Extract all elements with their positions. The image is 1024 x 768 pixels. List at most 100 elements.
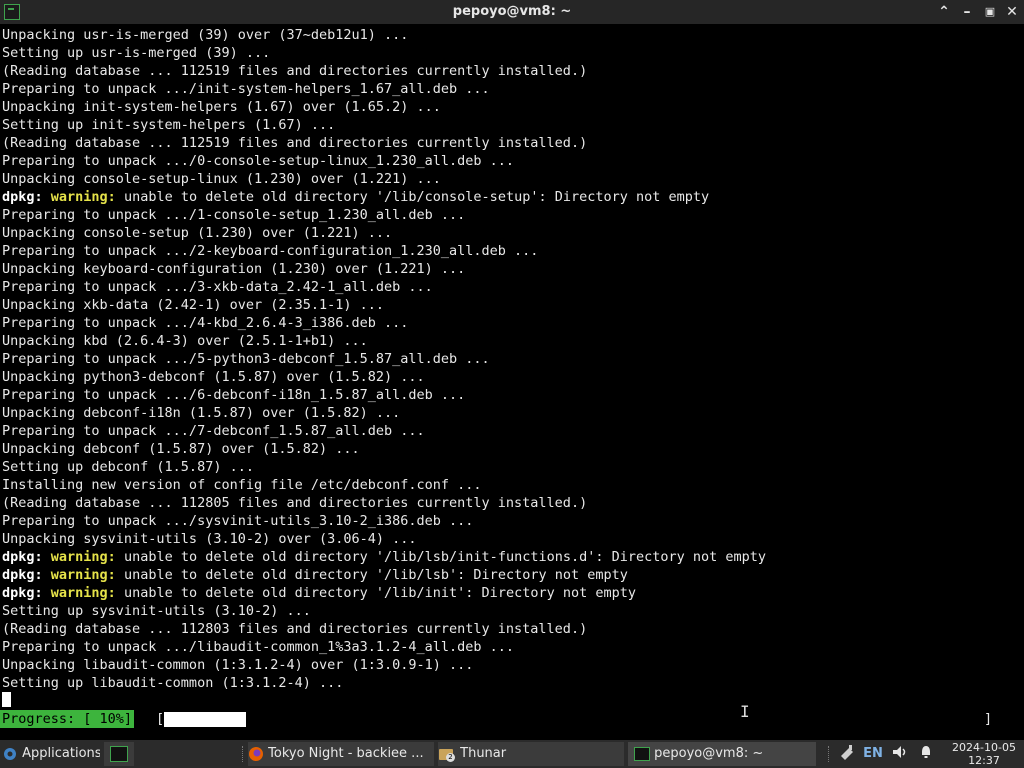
terminal-line: (Reading database ... 112803 files and d… — [2, 620, 587, 638]
terminal-line: Preparing to unpack .../6-debconf-i18n_1… — [2, 386, 465, 404]
show-desktop-button[interactable] — [104, 742, 134, 766]
line-text: Unpacking sysvinit-utils (3.10-2) over (… — [2, 531, 417, 547]
taskbar: Applications Tokyo Night - backiee ... 2… — [0, 740, 1024, 768]
terminal-warning-line: dpkg: warning: unable to delete old dire… — [2, 566, 628, 584]
terminal-output[interactable]: Progress: [ 10%] [ ] I Unpacking usr-is-… — [0, 24, 1024, 740]
task-firefox[interactable]: Tokyo Night - backiee ... — [248, 742, 434, 766]
line-text: Installing new version of config file /e… — [2, 477, 482, 493]
task-label: Thunar — [460, 746, 507, 761]
line-text: Preparing to unpack .../1-console-setup_… — [2, 207, 466, 223]
terminal-warning-line: dpkg: warning: unable to delete old dire… — [2, 188, 709, 206]
terminal-line: Unpacking console-setup (1.230) over (1.… — [2, 224, 392, 242]
taskbar-separator — [242, 746, 245, 762]
warning-label: warning: — [50, 189, 116, 205]
terminal-line: Installing new version of config file /e… — [2, 476, 482, 494]
line-text: Setting up sysvinit-utils (3.10-2) ... — [2, 603, 311, 619]
terminal-line: Unpacking python3-debconf (1.5.87) over … — [2, 368, 425, 386]
terminal-line: Preparing to unpack .../2-keyboard-confi… — [2, 242, 538, 260]
window-titlebar[interactable]: pepoyo@vm8: ~ ⌃ – ▣ ✕ — [0, 0, 1024, 24]
volume-icon[interactable] — [888, 744, 912, 764]
line-text: Unpacking debconf (1.5.87) over (1.5.82)… — [2, 441, 360, 457]
progress-label: Progress: [ 10%] — [0, 710, 135, 728]
text-cursor — [2, 692, 11, 707]
progress-bar — [164, 712, 246, 727]
terminal-line: Preparing to unpack .../0-console-setup-… — [2, 152, 514, 170]
terminal-line: (Reading database ... 112805 files and d… — [2, 494, 587, 512]
clock[interactable]: 2024-10-05 12:37 — [946, 741, 1022, 767]
terminal-line: Preparing to unpack .../5-python3-debcon… — [2, 350, 490, 368]
taskbar-separator — [828, 746, 831, 762]
terminal-line: Preparing to unpack .../1-console-setup_… — [2, 206, 465, 224]
dpkg-prefix: dpkg: — [2, 189, 43, 205]
line-text: Preparing to unpack .../sysvinit-utils_3… — [2, 513, 474, 529]
terminal-line: Preparing to unpack .../7-debconf_1.5.87… — [2, 422, 425, 440]
line-text: Preparing to unpack .../7-debconf_1.5.87… — [2, 423, 425, 439]
line-text: Preparing to unpack .../init-system-help… — [2, 81, 490, 97]
terminal-line: Unpacking keyboard-configuration (1.230)… — [2, 260, 465, 278]
xfce-logo-icon — [4, 747, 16, 760]
line-text: Setting up init-system-helpers (1.67) ..… — [2, 117, 336, 133]
network-icon[interactable] — [836, 744, 858, 764]
keyboard-layout-indicator[interactable]: EN — [860, 744, 886, 764]
dpkg-prefix: dpkg: — [2, 567, 43, 583]
terminal-line: Unpacking libaudit-common (1:3.1.2-4) ov… — [2, 656, 473, 674]
terminal-line: Unpacking console-setup-linux (1.230) ov… — [2, 170, 441, 188]
terminal-line: Setting up sysvinit-utils (3.10-2) ... — [2, 602, 311, 620]
line-text: Unpacking usr-is-merged (39) over (37~de… — [2, 27, 409, 43]
window-count-badge: 2 — [446, 752, 455, 762]
task-terminal[interactable]: pepoyo@vm8: ~ — [628, 742, 816, 766]
line-text: Preparing to unpack .../3-xkb-data_2.42-… — [2, 279, 433, 295]
terminal-line: Preparing to unpack .../3-xkb-data_2.42-… — [2, 278, 433, 296]
line-text: Unpacking console-setup-linux (1.230) ov… — [2, 171, 441, 187]
clock-time: 12:37 — [968, 754, 1000, 767]
line-text: unable to delete old directory '/lib/lsb… — [115, 567, 628, 583]
line-text: Preparing to unpack .../4-kbd_2.6.4-3_i3… — [2, 315, 409, 331]
line-text: Preparing to unpack .../5-python3-debcon… — [2, 351, 490, 367]
progress-bracket-close: ] — [984, 711, 993, 727]
terminal-line: (Reading database ... 112519 files and d… — [2, 62, 587, 80]
line-text: Unpacking python3-debconf (1.5.87) over … — [2, 369, 425, 385]
ibeam-cursor-icon: I — [740, 702, 750, 721]
line-text: Setting up libaudit-common (1:3.1.2-4) .… — [2, 675, 344, 691]
dpkg-prefix: dpkg: — [2, 585, 43, 601]
chevron-up-icon[interactable]: ⌃ — [934, 2, 954, 22]
warning-label: warning: — [50, 585, 116, 601]
terminal-line: Setting up init-system-helpers (1.67) ..… — [2, 116, 335, 134]
terminal-line: Unpacking kbd (2.6.4-3) over (2.5.1-1+b1… — [2, 332, 368, 350]
applications-menu-button[interactable]: Applications — [2, 742, 100, 766]
line-text: Setting up usr-is-merged (39) ... — [2, 45, 271, 61]
line-text: unable to delete old directory '/lib/lsb… — [115, 549, 767, 565]
applications-label: Applications — [22, 746, 100, 761]
terminal-icon — [634, 746, 650, 761]
line-text: Preparing to unpack .../6-debconf-i18n_1… — [2, 387, 466, 403]
task-thunar[interactable]: 2 Thunar — [438, 742, 624, 766]
notification-bell-icon[interactable] — [914, 744, 938, 764]
line-text: Unpacking console-setup (1.230) over (1.… — [2, 225, 393, 241]
terminal-line: Preparing to unpack .../4-kbd_2.6.4-3_i3… — [2, 314, 408, 332]
line-text: (Reading database ... 112519 files and d… — [2, 63, 588, 79]
warning-label: warning: — [50, 549, 116, 565]
window-title: pepoyo@vm8: ~ — [452, 4, 572, 19]
terminal-line: Unpacking sysvinit-utils (3.10-2) over (… — [2, 530, 417, 548]
close-button[interactable]: ✕ — [1002, 2, 1022, 22]
line-text: Unpacking keyboard-configuration (1.230)… — [2, 261, 466, 277]
line-text: (Reading database ... 112519 files and d… — [2, 135, 588, 151]
terminal-line: Setting up libaudit-common (1:3.1.2-4) .… — [2, 674, 343, 692]
line-text: (Reading database ... 112805 files and d… — [2, 495, 588, 511]
terminal-line: Setting up usr-is-merged (39) ... — [2, 44, 270, 62]
terminal-launcher-icon — [110, 745, 128, 762]
line-text: unable to delete old directory '/lib/ini… — [115, 585, 636, 601]
terminal-line: Preparing to unpack .../init-system-help… — [2, 80, 490, 98]
terminal-line: Unpacking usr-is-merged (39) over (37~de… — [2, 26, 408, 44]
maximize-button[interactable]: ▣ — [980, 2, 1000, 22]
line-text: Preparing to unpack .../2-keyboard-confi… — [2, 243, 539, 259]
task-label: Tokyo Night - backiee ... — [268, 746, 424, 761]
terminal-line: Preparing to unpack .../libaudit-common_… — [2, 638, 514, 656]
line-text: Preparing to unpack .../libaudit-common_… — [2, 639, 515, 655]
dpkg-prefix: dpkg: — [2, 549, 43, 565]
minimize-button[interactable]: – — [957, 2, 977, 22]
task-label: pepoyo@vm8: ~ — [654, 746, 764, 761]
line-text: Unpacking xkb-data (2.42-1) over (2.35.1… — [2, 297, 385, 313]
line-text: Unpacking libaudit-common (1:3.1.2-4) ov… — [2, 657, 474, 673]
folder-icon: 2 — [438, 746, 456, 762]
